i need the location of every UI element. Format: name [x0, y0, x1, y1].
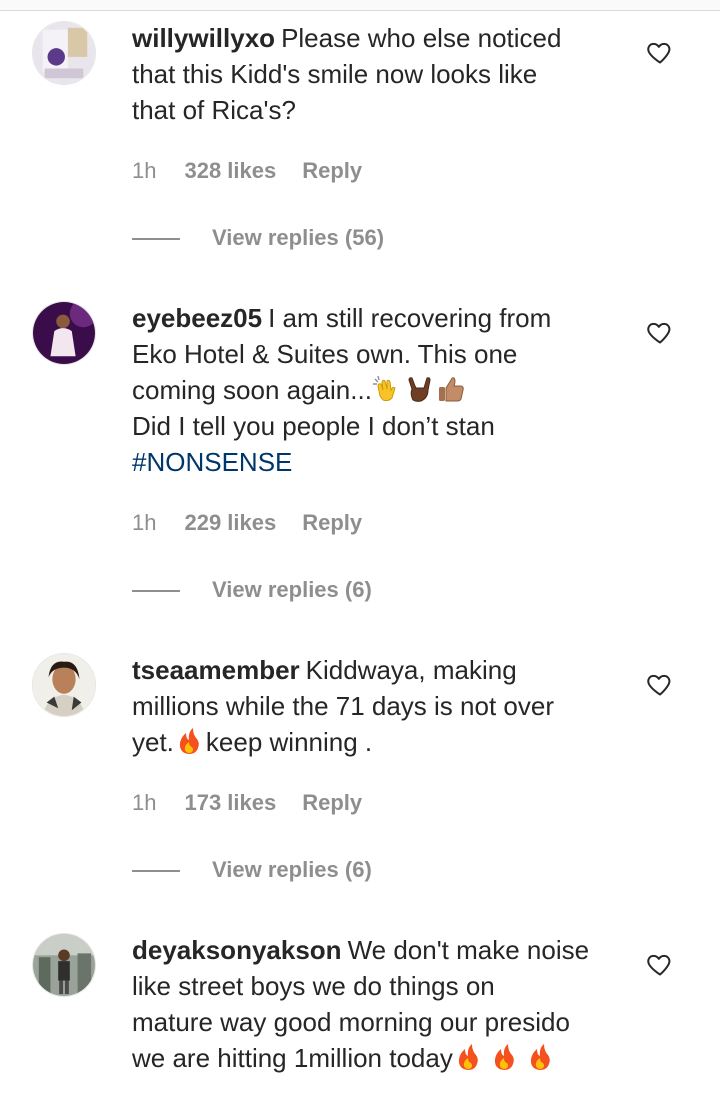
view-replies-label: View replies (6)	[212, 577, 372, 602]
comment-likes[interactable]: 328 likes	[184, 158, 276, 184]
thumbs-up-emoji	[436, 374, 466, 404]
hashtag-link[interactable]: #NONSENSE	[132, 444, 612, 480]
comment-meta: 1h 328 likes Reply	[132, 158, 362, 184]
comment-likes[interactable]: 229 likes	[184, 510, 276, 536]
comment-meta: 1h 229 likes Reply	[132, 510, 362, 536]
comment-line: millions while the 71 days is not over	[132, 691, 554, 721]
comment-line: that of Rica's?	[132, 95, 296, 125]
reply-button[interactable]: Reply	[302, 510, 362, 536]
comment-line: like street boys we do things on	[132, 971, 495, 1001]
comment-text: willywillyxo Please who else noticed that…	[132, 20, 612, 128]
comment-likes[interactable]: 173 likes	[184, 790, 276, 816]
fire-emoji	[453, 1042, 483, 1072]
comment-line: that this Kidd's smile now looks like	[132, 59, 538, 89]
reply-button[interactable]: Reply	[302, 158, 362, 184]
comment-line-with-emoji: coming soon again...	[132, 372, 612, 408]
comment-line-with-emoji: yet. keep winning .	[132, 724, 612, 760]
comment-line: yet.	[132, 727, 174, 757]
comment-text: deyaksonyakson We don't make noise like s…	[132, 932, 612, 1076]
avatar[interactable]	[32, 21, 96, 85]
view-replies-button[interactable]: View replies (6)	[132, 577, 372, 603]
like-heart-icon[interactable]	[646, 670, 674, 698]
view-replies-label: View replies (56)	[212, 225, 385, 250]
comment-item: tseaamember Kiddwaya, making millions whi…	[0, 652, 720, 902]
avatar[interactable]	[32, 933, 96, 997]
comment-username[interactable]: eyebeez05	[132, 303, 262, 333]
comment-meta: 1h 173 likes Reply	[132, 790, 362, 816]
comment-item: willywillyxo Please who else noticed that…	[0, 20, 720, 270]
top-divider	[0, 0, 720, 11]
comment-username[interactable]: deyaksonyakson	[132, 935, 342, 965]
comment-line: coming soon again...	[132, 375, 372, 405]
fire-emoji	[174, 726, 204, 756]
comment-time: 1h	[132, 510, 157, 535]
comment-username[interactable]: tseaamember	[132, 655, 300, 685]
comment-username[interactable]: willywillyxo	[132, 23, 275, 53]
like-heart-icon[interactable]	[646, 318, 674, 346]
comment-line: we are hitting 1million today	[132, 1043, 453, 1073]
comment-time: 1h	[132, 790, 157, 815]
comment-item: eyebeez05 I am still recovering from Eko …	[0, 300, 720, 620]
comment-text: tseaamember Kiddwaya, making millions whi…	[132, 652, 612, 760]
clapping-hands-emoji	[372, 374, 402, 404]
fire-emoji	[525, 1042, 555, 1072]
comment-line-with-emoji: we are hitting 1million today	[132, 1040, 612, 1076]
avatar[interactable]	[32, 653, 96, 717]
view-replies-button[interactable]: View replies (6)	[132, 857, 372, 883]
like-heart-icon[interactable]	[646, 38, 674, 66]
comment-line: I am still recovering from	[268, 303, 552, 333]
comment-time: 1h	[132, 158, 157, 183]
view-replies-button[interactable]: View replies (56)	[132, 225, 384, 251]
comment-line: mature way good morning our presido	[132, 1007, 570, 1037]
fire-emoji	[489, 1042, 519, 1072]
like-heart-icon[interactable]	[646, 950, 674, 978]
comment-line: Please who else noticed	[281, 23, 562, 53]
view-replies-label: View replies (6)	[212, 857, 372, 882]
replies-dash	[132, 238, 180, 241]
comment-line: We don't make noise	[347, 935, 590, 965]
comment-item: deyaksonyakson We don't make noise like s…	[0, 932, 720, 1102]
reply-button[interactable]: Reply	[302, 790, 362, 816]
comment-line: Did I tell you people I don’t stan	[132, 411, 495, 441]
comment-line: Kiddwaya, making	[305, 655, 517, 685]
comment-line: Eko Hotel & Suites own. This one	[132, 339, 518, 369]
replies-dash	[132, 870, 180, 873]
comment-text: eyebeez05 I am still recovering from Eko …	[132, 300, 612, 480]
love-you-gesture-emoji	[404, 374, 434, 404]
replies-dash	[132, 590, 180, 593]
avatar[interactable]	[32, 301, 96, 365]
comment-line: keep winning .	[205, 727, 373, 757]
